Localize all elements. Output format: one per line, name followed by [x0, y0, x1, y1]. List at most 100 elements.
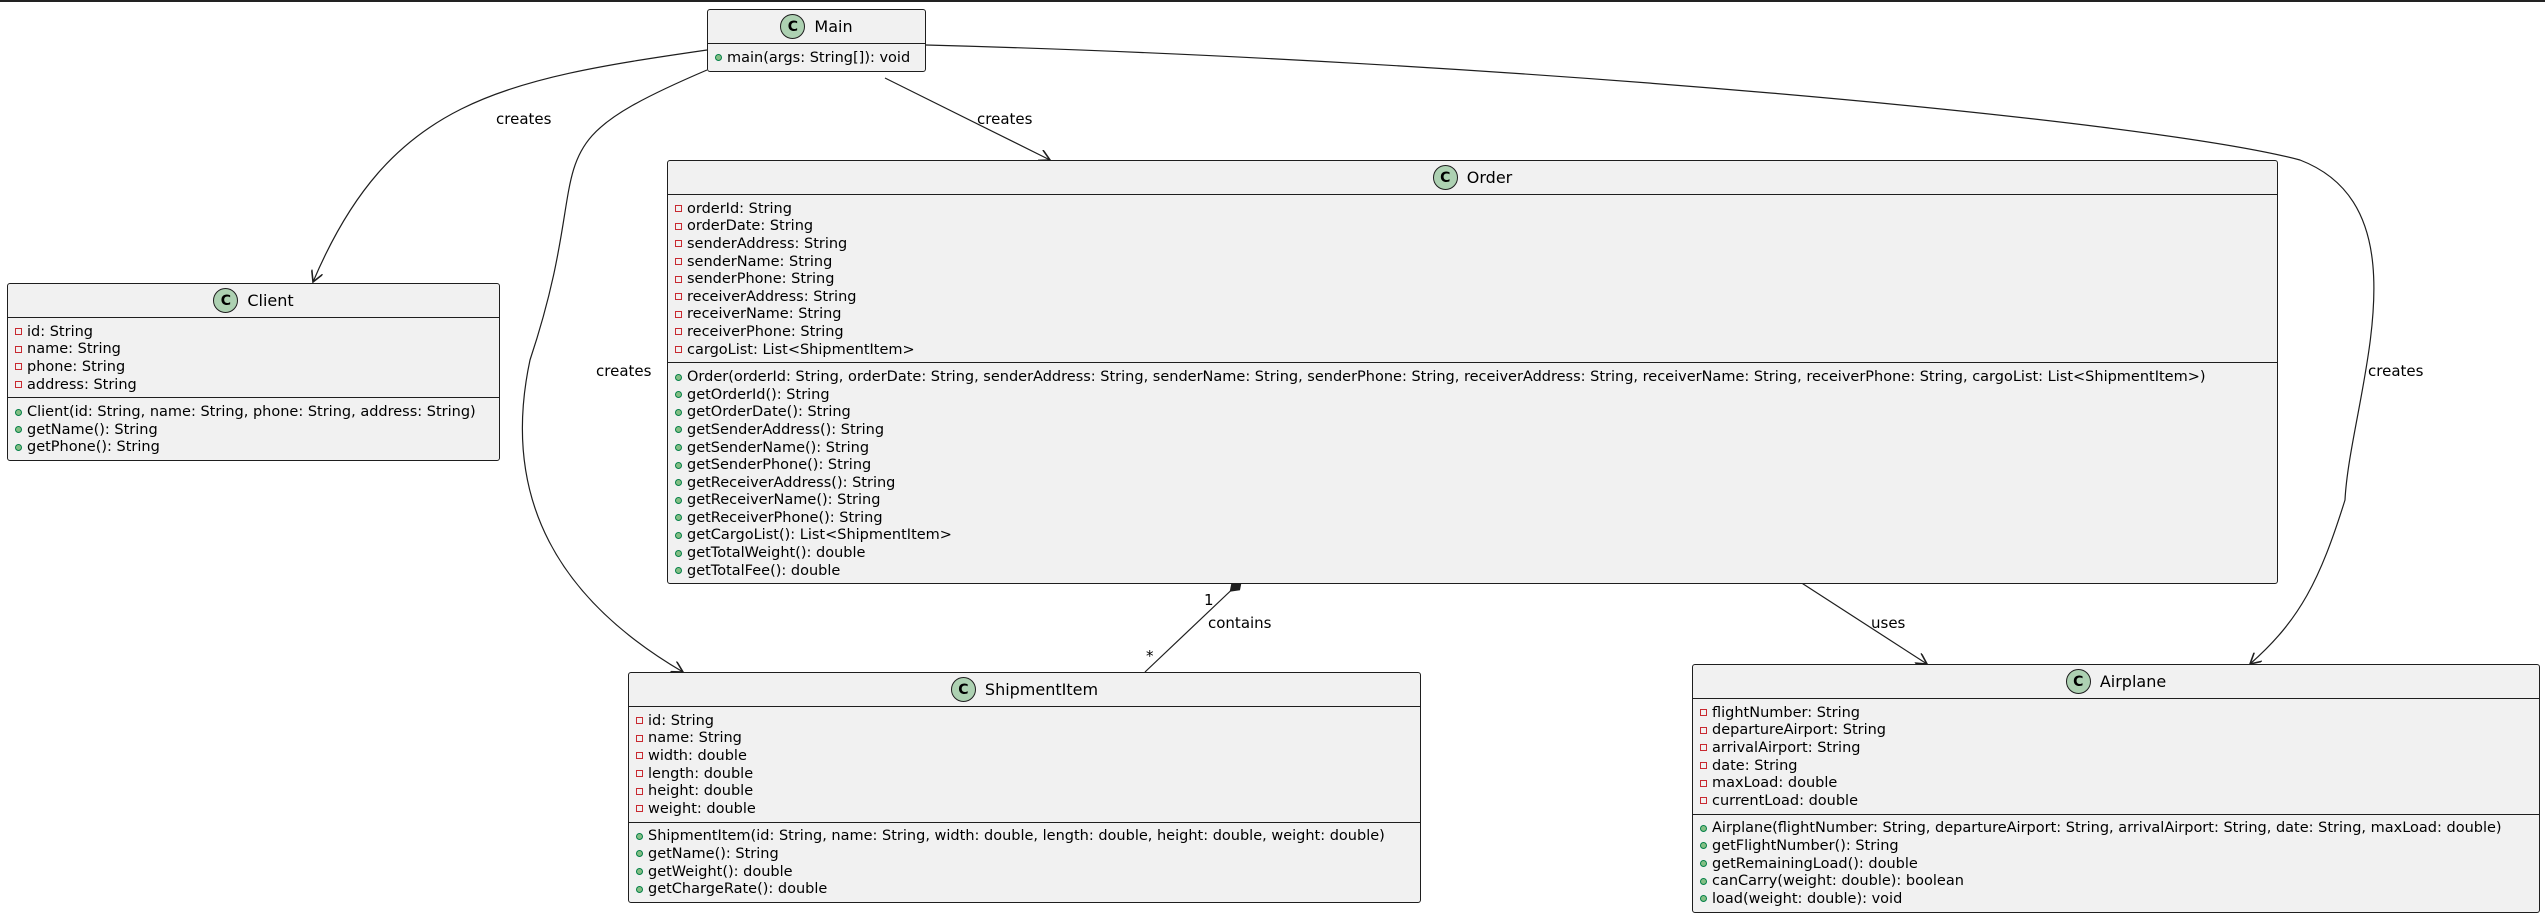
field-text: senderPhone: String: [687, 271, 835, 288]
public-visibility-icon: [675, 549, 682, 557]
method-row: getSenderAddress(): String: [675, 421, 2277, 439]
private-visibility-icon: [675, 240, 682, 248]
class-icon: C: [213, 288, 239, 313]
method-row: main(args: String[]): void: [715, 49, 925, 67]
multiplicity-order: 1: [1204, 591, 1214, 609]
public-visibility-icon: [15, 443, 22, 451]
methods-section: ShipmentItem(id: String, name: String, w…: [629, 821, 1420, 902]
methods-section: main(args: String[]): void: [708, 44, 925, 71]
public-visibility-icon: [675, 444, 682, 452]
field-text: orderDate: String: [687, 218, 814, 235]
class-name: Client: [247, 291, 294, 310]
public-visibility-icon: [15, 408, 22, 416]
field-row: orderId: String: [675, 200, 2277, 218]
public-visibility-icon: [636, 885, 643, 893]
method-row: getRemainingLoad(): double: [1700, 855, 2539, 873]
class-airplane[interactable]: C Airplane flightNumber: String departureAi…: [1692, 664, 2540, 913]
field-text: address: String: [27, 376, 137, 393]
fields-section: id: String name: String width: double lengt…: [629, 707, 1420, 822]
method-row: ShipmentItem(id: String, name: String, w…: [636, 828, 1420, 846]
private-visibility-icon: [675, 293, 682, 301]
private-visibility-icon: [636, 787, 643, 795]
label-main-airplane: creates: [2368, 362, 2424, 380]
field-row: width: double: [636, 747, 1420, 765]
public-visibility-icon: [675, 567, 682, 575]
field-row: arrivalAirport: String: [1700, 739, 2539, 757]
method-row: getReceiverName(): String: [675, 492, 2277, 510]
private-visibility-icon: [15, 345, 22, 353]
label-main-order: creates: [977, 110, 1033, 128]
class-header: C Client: [8, 284, 499, 318]
field-row: height: double: [636, 782, 1420, 800]
field-text: date: String: [1712, 757, 1798, 774]
private-visibility-icon: [1700, 762, 1707, 770]
private-visibility-icon: [636, 752, 643, 760]
field-row: orderDate: String: [675, 218, 2277, 236]
method-text: getTotalFee(): double: [687, 562, 841, 579]
method-row: Client(id: String, name: String, phone: …: [15, 403, 499, 421]
class-main[interactable]: C Main main(args: String[]): void: [707, 9, 926, 72]
method-text: main(args: String[]): void: [727, 49, 911, 66]
field-text: receiverName: String: [687, 306, 842, 323]
method-row: getReceiverPhone(): String: [675, 509, 2277, 527]
field-text: length: double: [648, 765, 754, 782]
method-text: getChargeRate(): double: [648, 881, 828, 898]
field-row: senderName: String: [675, 253, 2277, 271]
label-order-shipment: contains: [1208, 614, 1272, 632]
fields-section: flightNumber: String departureAirport: St…: [1693, 699, 2539, 814]
method-text: getWeight(): double: [648, 863, 793, 880]
field-row: receiverPhone: String: [675, 323, 2277, 341]
private-visibility-icon: [1700, 726, 1707, 734]
class-shipment-item[interactable]: C ShipmentItem id: String name: String width…: [628, 672, 1421, 903]
public-visibility-icon: [1700, 877, 1707, 885]
field-text: phone: String: [27, 358, 126, 375]
method-row: canCarry(weight: double): boolean: [1700, 872, 2539, 890]
method-row: getChargeRate(): double: [636, 880, 1420, 898]
field-row: weight: double: [636, 800, 1420, 818]
method-text: getFlightNumber(): String: [1712, 837, 1899, 854]
field-text: arrivalAirport: String: [1712, 739, 1861, 756]
methods-section: Client(id: String, name: String, phone: …: [8, 397, 499, 460]
field-text: name: String: [27, 341, 121, 358]
public-visibility-icon: [675, 479, 682, 487]
method-row: getSenderPhone(): String: [675, 456, 2277, 474]
field-text: maxLoad: double: [1712, 775, 1838, 792]
method-text: ShipmentItem(id: String, name: String, w…: [648, 828, 1385, 845]
multiplicity-item: *: [1146, 647, 1154, 665]
field-row: cargoList: List<ShipmentItem>: [675, 341, 2277, 359]
method-row: getName(): String: [636, 845, 1420, 863]
class-name: Main: [814, 17, 853, 36]
method-text: getOrderId(): String: [687, 386, 830, 403]
field-row: name: String: [15, 341, 499, 359]
private-visibility-icon: [1700, 744, 1707, 752]
class-icon: C: [950, 677, 976, 702]
class-client[interactable]: C Client id: String name: String phone: Stri…: [7, 283, 500, 462]
method-text: getName(): String: [648, 845, 779, 862]
method-text: getRemainingLoad(): double: [1712, 855, 1918, 872]
field-text: senderName: String: [687, 253, 833, 270]
private-visibility-icon: [636, 717, 643, 725]
field-row: senderPhone: String: [675, 270, 2277, 288]
public-visibility-icon: [675, 461, 682, 469]
public-visibility-icon: [675, 496, 682, 504]
field-row: currentLoad: double: [1700, 792, 2539, 810]
method-row: getReceiverAddress(): String: [675, 474, 2277, 492]
public-visibility-icon: [1700, 842, 1707, 850]
field-text: height: double: [648, 783, 754, 800]
private-visibility-icon: [675, 346, 682, 354]
class-order[interactable]: C Order orderId: String orderDate: String se…: [667, 160, 2278, 585]
method-text: getSenderAddress(): String: [687, 421, 885, 438]
class-header: C ShipmentItem: [629, 673, 1420, 707]
method-row: getSenderName(): String: [675, 439, 2277, 457]
field-text: departureAirport: String: [1712, 722, 1887, 739]
public-visibility-icon: [675, 373, 682, 381]
method-text: getOrderDate(): String: [687, 404, 851, 421]
class-icon: C: [2065, 669, 2091, 694]
private-visibility-icon: [636, 770, 643, 778]
field-text: receiverPhone: String: [687, 323, 844, 340]
method-row: getWeight(): double: [636, 863, 1420, 881]
method-row: getTotalFee(): double: [675, 562, 2277, 580]
method-row: Airplane(flightNumber: String, departure…: [1700, 820, 2539, 838]
private-visibility-icon: [15, 381, 22, 389]
field-row: address: String: [15, 376, 499, 394]
